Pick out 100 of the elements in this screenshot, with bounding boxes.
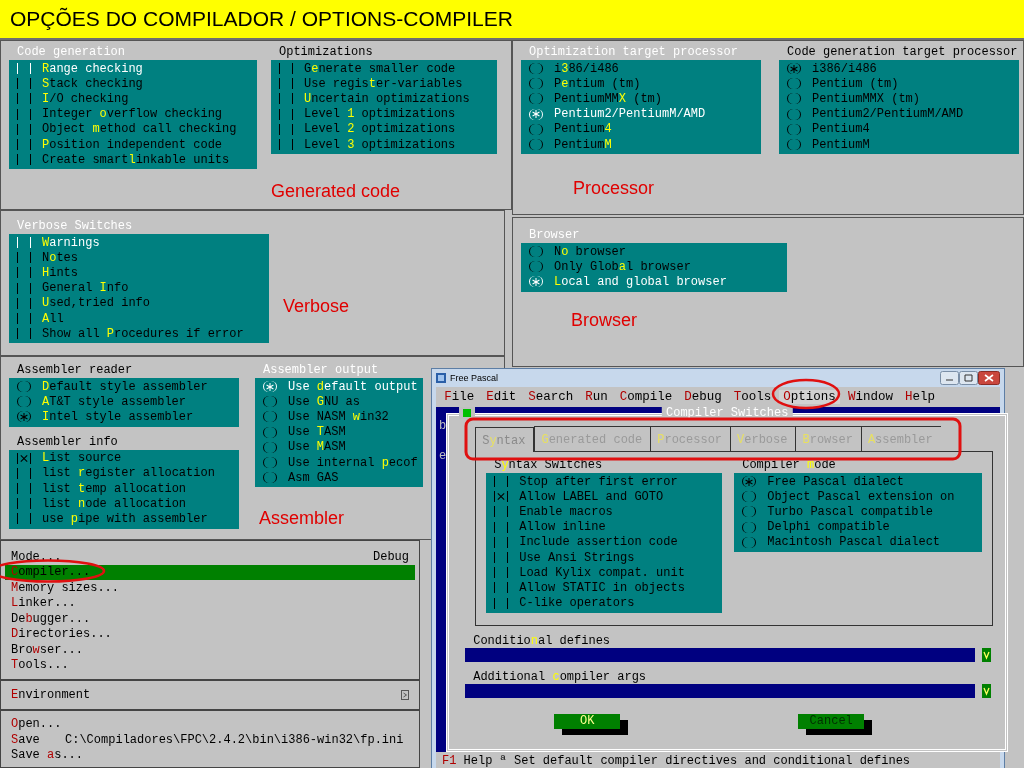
- option-label: Use internal pecof: [288, 455, 418, 470]
- checkbox[interactable]: [17, 313, 31, 325]
- menu-item[interactable]: Environment: [5, 687, 415, 703]
- checkbox[interactable]: [17, 123, 31, 135]
- option-label: Pentium (tm): [812, 76, 899, 91]
- checkbox[interactable]: [494, 506, 509, 518]
- menu-item-label: Directories...: [11, 627, 112, 642]
- checkbox[interactable]: [279, 93, 293, 105]
- checkbox[interactable]: [494, 597, 509, 609]
- checkbox[interactable]: [17, 328, 31, 340]
- checkbox[interactable]: [17, 154, 31, 166]
- option-label: Pentium2/PentiumM/AMD: [554, 107, 706, 122]
- option-label: PentiumM: [554, 137, 612, 152]
- checkbox[interactable]: [279, 78, 293, 90]
- checkbox[interactable]: [494, 567, 509, 579]
- menu-item-label: Tools...: [11, 658, 69, 673]
- option-label: Delphi compatible: [767, 520, 890, 535]
- option-label: Use NASM win32: [288, 409, 389, 424]
- menu-bar-item[interactable]: Search: [524, 390, 578, 404]
- checkbox[interactable]: [494, 582, 509, 594]
- option-label: Default style assembler: [42, 379, 208, 394]
- checkbox[interactable]: [494, 536, 509, 548]
- menu-item[interactable]: Open...: [5, 716, 415, 732]
- option-label: Pentium2/PentiumM/AMD: [812, 107, 964, 122]
- input-field[interactable]: [465, 683, 976, 698]
- checkbox[interactable]: [279, 108, 293, 120]
- menu-item[interactable]: Compiler...: [5, 564, 415, 580]
- checkbox[interactable]: [279, 139, 293, 151]
- checkbox[interactable]: [494, 491, 509, 503]
- caption: Processor: [573, 178, 656, 200]
- option-label: Use Ansi Strings: [519, 550, 635, 565]
- menu-bar-item[interactable]: Edit: [482, 390, 521, 404]
- menu-bar-item[interactable]: Help: [900, 390, 940, 404]
- checkbox[interactable]: [17, 93, 31, 105]
- checkbox[interactable]: [494, 476, 509, 488]
- checkbox[interactable]: [17, 513, 31, 525]
- checkbox[interactable]: [17, 297, 31, 309]
- checkbox[interactable]: [17, 139, 31, 151]
- group-title: Verbose Switches: [16, 219, 134, 234]
- caption: Browser: [571, 309, 638, 331]
- menu-item[interactable]: Browser...: [5, 642, 415, 658]
- menu-bar-item[interactable]: Debug: [680, 390, 726, 404]
- checkbox[interactable]: [494, 552, 509, 564]
- group-title: Optimizations: [278, 45, 374, 60]
- checkbox[interactable]: [17, 452, 31, 464]
- menu-item-label: Save as...: [11, 748, 84, 763]
- shortcut-key: F1: [442, 753, 457, 768]
- checkbox[interactable]: [17, 282, 31, 294]
- checkbox[interactable]: [17, 252, 31, 264]
- option-label: Use MASM: [288, 440, 346, 455]
- option-label: list register allocation: [42, 466, 215, 481]
- option-label: list temp allocation: [42, 481, 187, 496]
- history-icon[interactable]: [979, 683, 994, 698]
- checkbox[interactable]: [17, 108, 31, 120]
- option-label: Level 2 optimizations: [304, 122, 456, 137]
- checkbox[interactable]: [17, 498, 31, 510]
- menu-bar-item[interactable]: Compile: [615, 390, 677, 404]
- option-label: Object Pascal extension on: [767, 489, 955, 504]
- group-title: Assembler reader: [16, 363, 134, 378]
- menu-item-label: Linker...: [11, 596, 76, 611]
- option-label: Level 1 optimizations: [304, 107, 456, 122]
- option-label: Hints: [42, 265, 78, 280]
- option-label: Object method call checking: [42, 122, 237, 137]
- history-icon[interactable]: [979, 647, 994, 662]
- menu-item[interactable]: Mode... Debug: [5, 549, 415, 565]
- option-label: Enable macros: [519, 504, 613, 519]
- menu-bar-item[interactable]: Window: [843, 390, 898, 404]
- window-controls-icon[interactable]: [940, 371, 1000, 385]
- menu-item[interactable]: Save C:\Compiladores\FPC\2.4.2\bin\i386-win32\fp.ini: [5, 732, 415, 748]
- close-icon[interactable]: [459, 407, 476, 419]
- checkbox[interactable]: [17, 467, 31, 479]
- menu-item[interactable]: Directories...: [5, 626, 415, 642]
- option-label: No browser: [554, 244, 626, 259]
- option-label: Position independent code: [42, 137, 223, 152]
- option-label: I/O checking: [42, 91, 129, 106]
- checkbox[interactable]: [494, 521, 509, 533]
- option-label: C-like operators: [519, 596, 635, 611]
- checkbox[interactable]: [279, 63, 293, 75]
- checkbox[interactable]: [279, 123, 293, 135]
- checkbox[interactable]: [17, 267, 31, 279]
- radio-button[interactable]: [17, 411, 31, 423]
- option-label: PentiumMMX (tm): [554, 91, 663, 106]
- menu-item[interactable]: Save as...: [5, 747, 415, 763]
- menu-item[interactable]: Tools...: [5, 657, 415, 673]
- radio-button[interactable]: [787, 63, 801, 75]
- checkbox[interactable]: [17, 78, 31, 90]
- menu-bar-item[interactable]: File: [440, 390, 479, 404]
- input-field[interactable]: [465, 647, 976, 662]
- menu-item[interactable]: Debugger...: [5, 611, 415, 627]
- option-label: Notes: [42, 250, 78, 265]
- menu-item[interactable]: Linker...: [5, 595, 415, 611]
- group-title: Browser: [528, 228, 581, 243]
- menu-bar-item[interactable]: Options: [779, 390, 840, 404]
- menu-item[interactable]: Memory sizes...: [5, 580, 415, 596]
- option-label: Use default output: [288, 379, 418, 394]
- menu-bar-item[interactable]: Tools: [729, 390, 776, 404]
- checkbox[interactable]: [17, 483, 31, 495]
- menu-bar-item[interactable]: Run: [581, 390, 612, 404]
- option-label: Stack checking: [42, 76, 143, 91]
- menu-item-detail: C:\Compiladores\FPC\2.4.2\bin\i386-win32\fp.ini: [65, 732, 404, 747]
